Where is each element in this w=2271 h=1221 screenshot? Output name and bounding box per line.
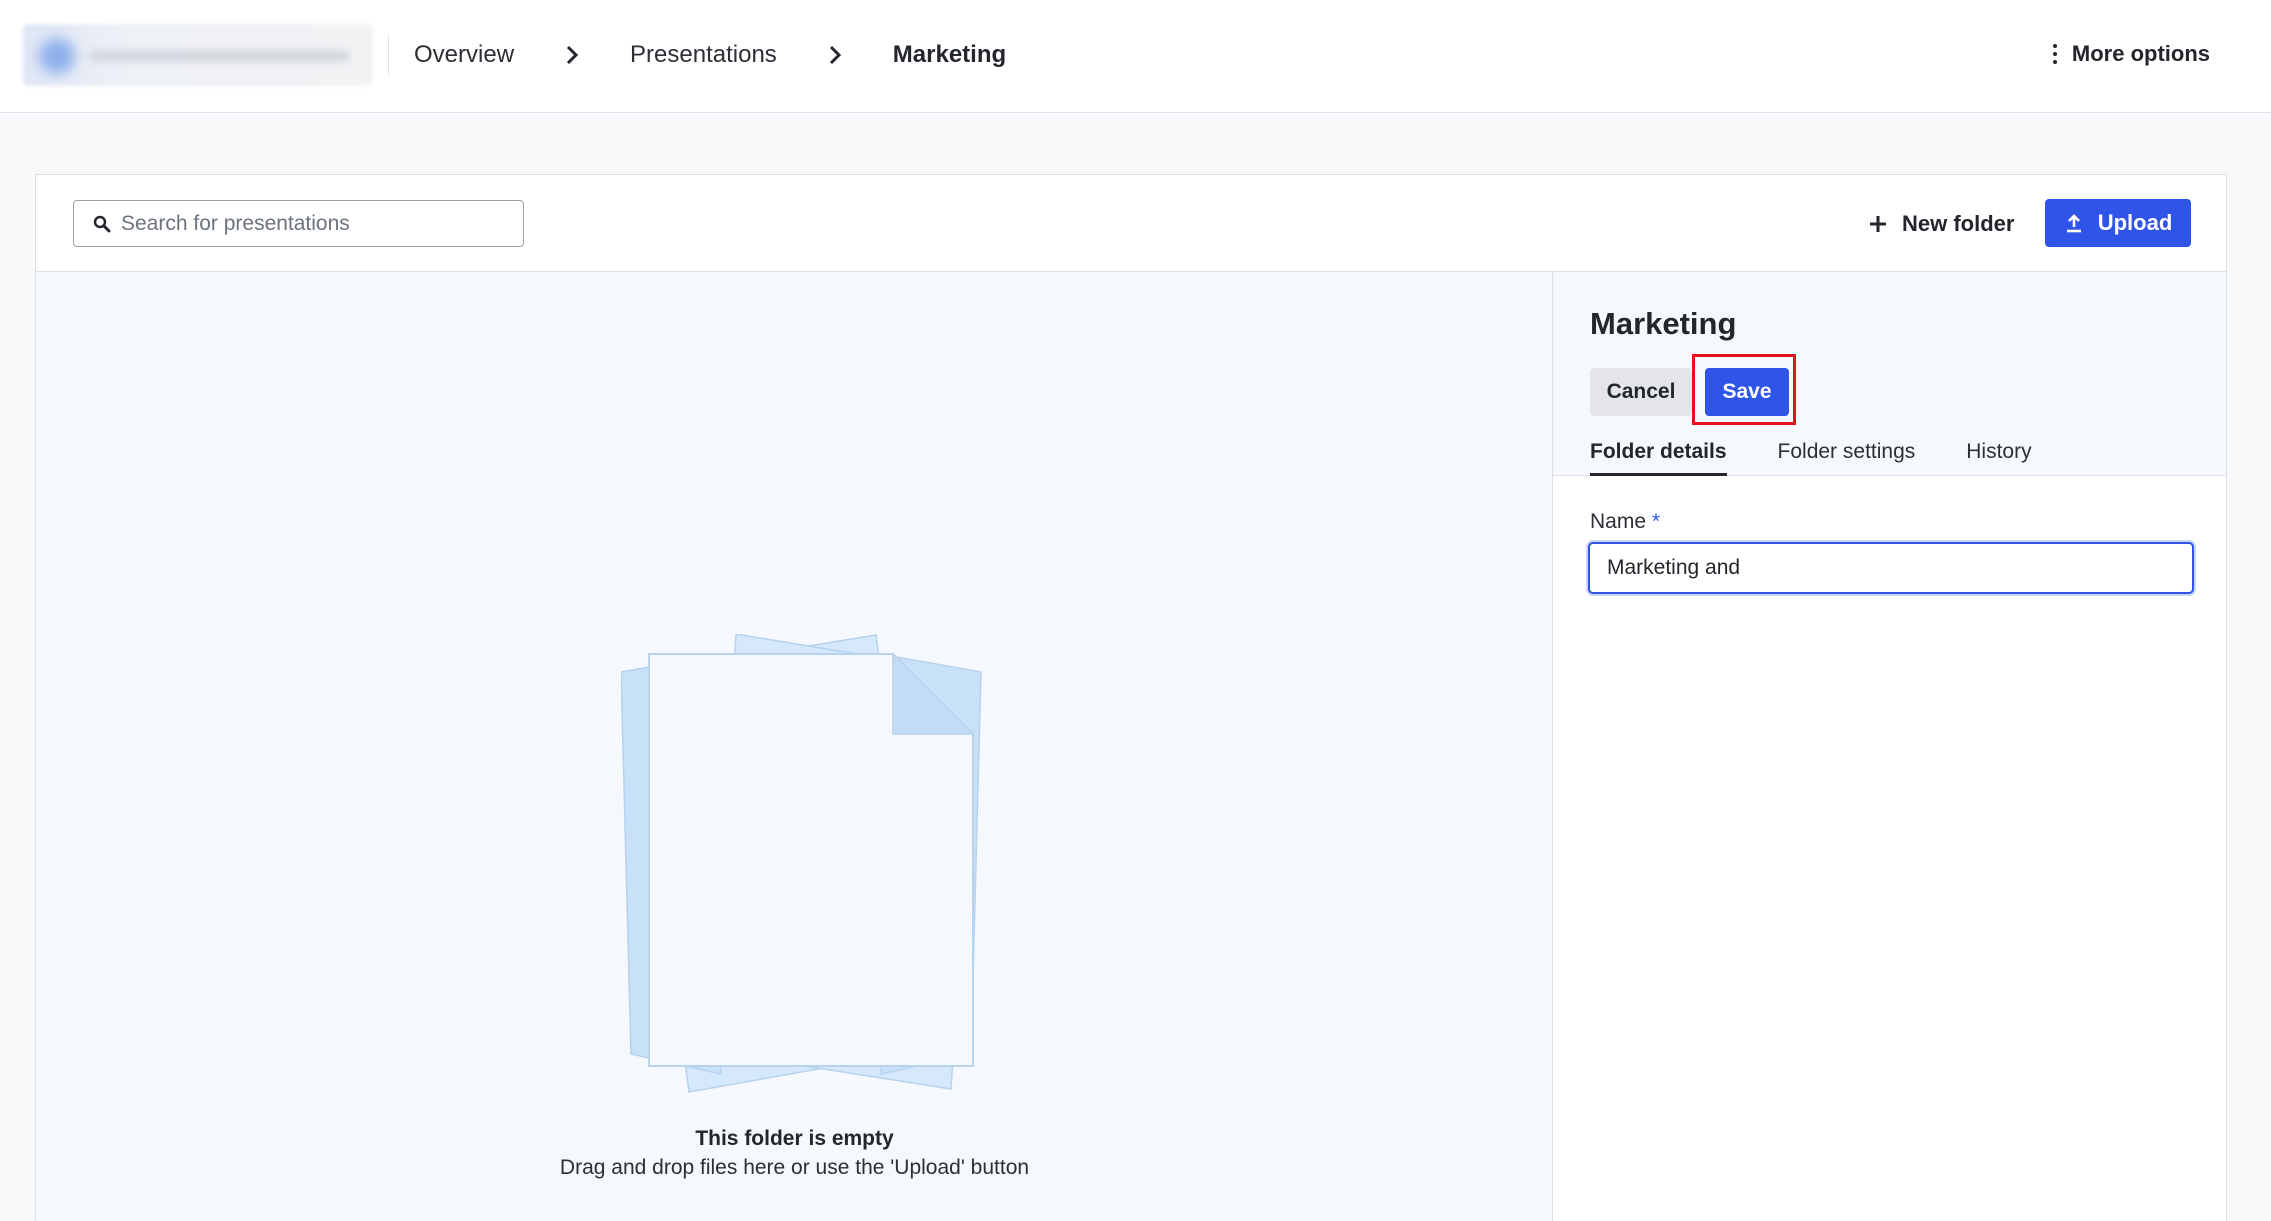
search-input[interactable] [121,211,501,236]
search-icon [93,215,111,232]
panel-title: Marketing [1590,306,1737,341]
panel-header: Marketing Cancel Folder details Folder s… [1553,272,2226,476]
toolbar: New folder Upload [36,175,2226,272]
breadcrumb: Overview Presentations Marketing [414,37,1006,73]
panel-tabs: Folder details Folder settings History [1590,412,2083,476]
tab-folder-details[interactable]: Folder details [1590,440,1727,476]
workspace-logo[interactable] [23,24,373,86]
cancel-button[interactable]: Cancel [1590,368,1692,416]
more-options-button[interactable]: More options [2052,36,2210,72]
save-button[interactable]: Save [1705,368,1789,416]
chevron-right-icon [552,45,592,65]
new-folder-label: New folder [1902,211,2015,236]
empty-state-title: This folder is empty [695,1127,894,1150]
folder-detail-panel: Marketing Cancel Folder details Folder s… [1553,272,2226,1221]
folder-name-input[interactable] [1588,542,2194,594]
logo-text-blurred [89,50,349,62]
logo-mark [39,38,75,74]
more-options-label: More options [2071,41,2210,66]
required-marker: * [1651,510,1661,533]
upload-label: Upload [2097,210,2173,235]
upload-icon [2066,214,2081,233]
new-folder-button[interactable]: New folder [1868,201,2014,247]
tab-folder-settings[interactable]: Folder settings [1778,440,1916,476]
breadcrumb-presentations[interactable]: Presentations [630,41,777,69]
empty-state-subtitle: Drag and drop files here or use the 'Upl… [559,1156,1030,1179]
breadcrumb-marketing: Marketing [892,41,1007,68]
upload-button[interactable]: Upload [2045,199,2191,247]
breadcrumb-overview[interactable]: Overview [414,41,514,69]
search-box[interactable] [73,200,524,247]
empty-documents-illustration [621,634,982,1093]
name-field-label: Name * [1590,510,1660,534]
kebab-icon [2052,44,2058,64]
tab-history[interactable]: History [1966,440,2031,476]
chevron-right-icon [815,45,855,65]
plus-icon [1870,216,1886,232]
top-bar: Overview Presentations Marketing More op… [0,0,2271,113]
file-drop-area[interactable]: This folder is empty Drag and drop files… [36,272,1553,1221]
presentations-card: New folder Upload This folder is empty D… [35,174,2227,1221]
name-label-text: Name [1590,510,1647,533]
header-divider [388,34,389,76]
